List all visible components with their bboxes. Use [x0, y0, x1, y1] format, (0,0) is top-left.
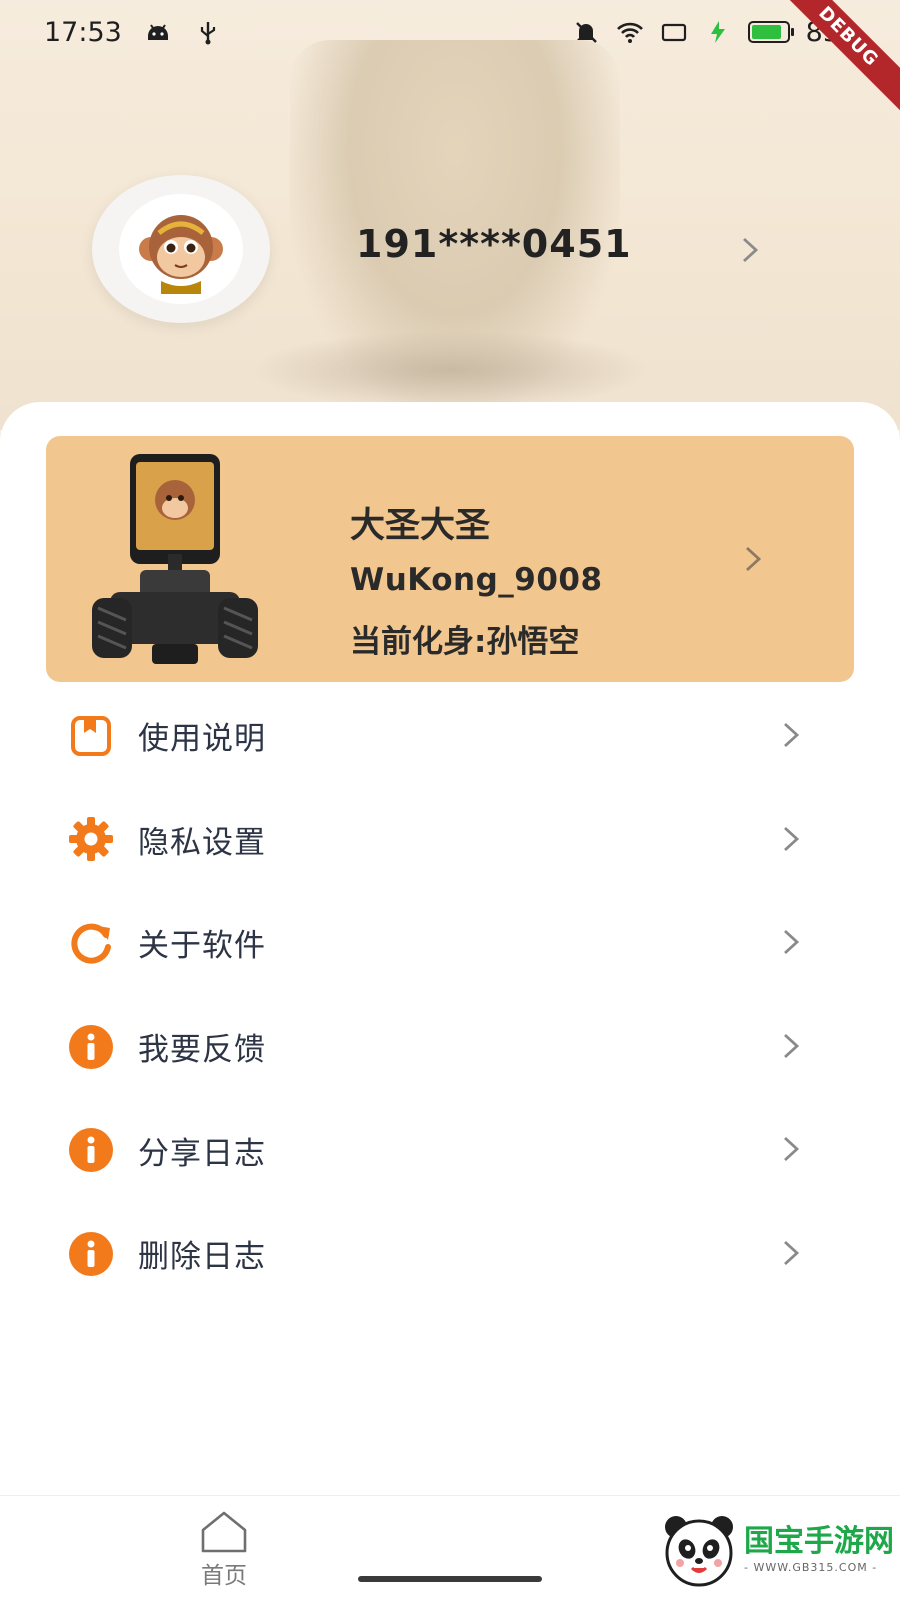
watermark-logo: 国宝手游网 - WWW.GB315.COM - [660, 1502, 900, 1598]
monkey-avatar-icon [139, 215, 223, 294]
manual-icon [68, 713, 114, 759]
menu-item-delete-log[interactable]: 删除日志 [0, 1202, 900, 1306]
phone-number[interactable]: 191****0451 [356, 222, 632, 266]
menu-item-label: 我要反馈 [138, 1032, 266, 1069]
info-icon [68, 1127, 114, 1173]
gesture-home-indicator[interactable] [358, 1576, 542, 1582]
cast-icon [661, 23, 686, 42]
android-icon [147, 24, 168, 40]
device-id: WuKong_9008 [350, 562, 603, 598]
chevron-right-icon [784, 826, 800, 851]
nav-tab-home[interactable]: 首页 [196, 1510, 252, 1590]
avatar[interactable] [92, 175, 270, 323]
chevron-right-icon[interactable] [742, 544, 764, 574]
menu-item-label: 删除日志 [138, 1239, 266, 1276]
chevron-right-icon [784, 1033, 800, 1058]
gear-icon [68, 816, 114, 862]
bottom-nav: 首页 国宝手游网 - WWW.GB315.COM - [0, 1495, 900, 1600]
menu-item-manual[interactable]: 使用说明 [0, 684, 900, 788]
battery-icon [747, 21, 794, 43]
menu-item-label: 关于软件 [138, 928, 266, 965]
device-current-avatar: 当前化身:孙悟空 [350, 624, 580, 660]
nav-tab-home-label: 首页 [201, 1563, 247, 1589]
menu-item-share-log[interactable]: 分享日志 [0, 1098, 900, 1202]
info-icon [68, 1024, 114, 1070]
status-bar: 17:53 85 [0, 0, 900, 64]
chevron-right-icon [784, 722, 800, 748]
header-blurred-shadow [250, 330, 650, 410]
settings-menu: 使用说明 隐私设置 关于软件 我要反馈 分享日志 删除日志 [0, 684, 900, 1306]
chevron-right-icon [784, 930, 800, 955]
chevron-right-icon [784, 1137, 800, 1162]
home-icon [201, 1511, 247, 1553]
device-name: 大圣大圣 [350, 506, 491, 546]
watermark-url: - WWW.GB315.COM - [744, 1560, 878, 1574]
chevron-right-icon [784, 1240, 800, 1266]
refresh-icon [68, 920, 114, 966]
watermark-title: 国宝手游网 [744, 1523, 894, 1559]
chevron-right-icon[interactable] [738, 235, 762, 265]
status-time: 17:53 [44, 16, 122, 48]
menu-item-about[interactable]: 关于软件 [0, 891, 900, 995]
menu-item-feedback[interactable]: 我要反馈 [0, 995, 900, 1099]
menu-item-label: 使用说明 [138, 721, 266, 758]
charging-icon [710, 21, 725, 43]
menu-item-privacy[interactable]: 隐私设置 [0, 788, 900, 892]
menu-item-label: 分享日志 [138, 1135, 266, 1172]
menu-item-label: 隐私设置 [138, 824, 266, 861]
info-icon [68, 1231, 114, 1277]
wifi-icon [616, 22, 643, 43]
mute-icon [575, 22, 597, 43]
panda-icon [665, 1516, 733, 1587]
usb-icon [200, 22, 215, 45]
robot-device-image [92, 454, 258, 664]
